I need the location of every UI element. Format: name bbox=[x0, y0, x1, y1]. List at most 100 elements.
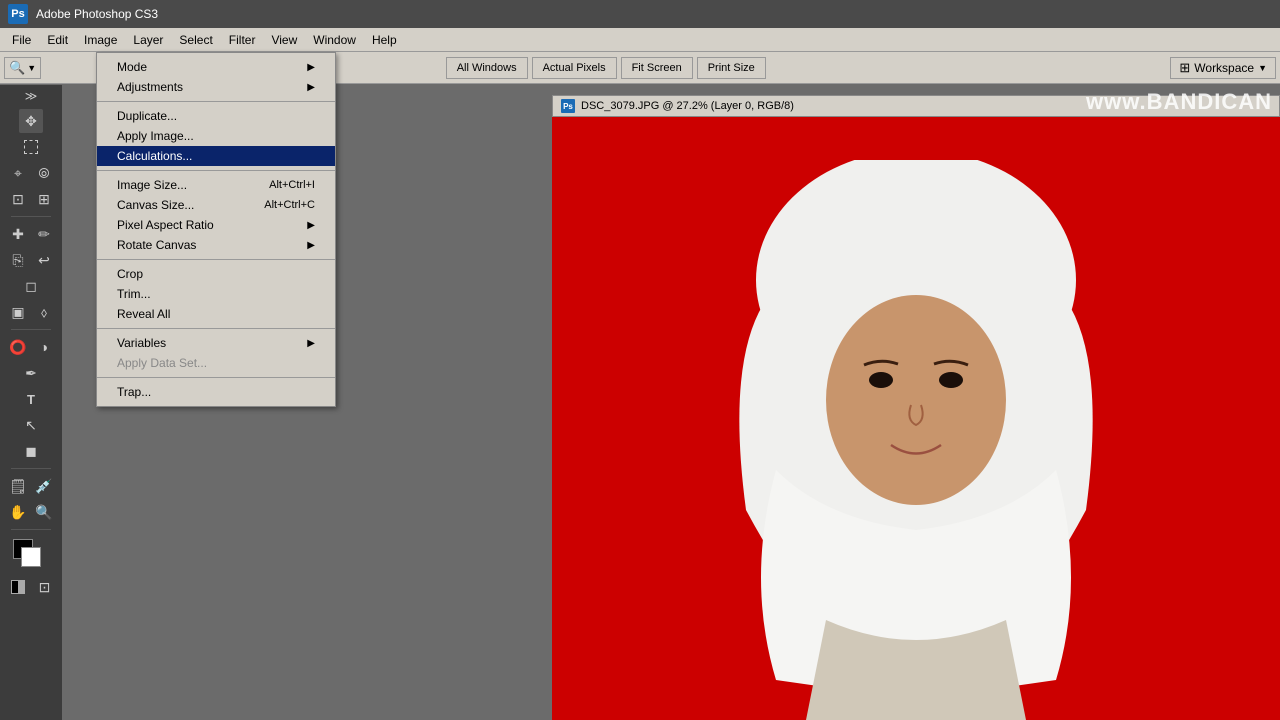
tool-divider-4 bbox=[11, 529, 51, 530]
menu-trim-label: Trim... bbox=[117, 287, 151, 301]
menu-apply-image-label: Apply Image... bbox=[117, 129, 194, 143]
zoom-tool[interactable]: 🔍 ▼ bbox=[4, 57, 41, 79]
clone-tool[interactable]: ⎘ bbox=[6, 248, 30, 272]
gradient-icon: ▣ bbox=[11, 304, 24, 321]
pen-tool[interactable]: ✒ bbox=[19, 361, 43, 385]
menu-file[interactable]: File bbox=[4, 31, 39, 49]
menu-variables[interactable]: Variables ▶ bbox=[97, 333, 335, 353]
menu-adjustments[interactable]: Adjustments ▶ bbox=[97, 77, 335, 97]
notes-icon: 🗒 bbox=[9, 478, 27, 495]
menu-crop-label: Crop bbox=[117, 267, 143, 281]
menu-edit[interactable]: Edit bbox=[39, 31, 76, 49]
burn-tool[interactable]: ◑ bbox=[32, 335, 56, 359]
menu-image-size[interactable]: Image Size... Alt+Ctrl+I bbox=[97, 175, 335, 195]
search-icon: 🔍 bbox=[9, 60, 25, 76]
quick-mask-icon bbox=[11, 580, 25, 594]
path-select-tool[interactable]: ↖ bbox=[19, 413, 43, 437]
menu-reveal-all-label: Reveal All bbox=[117, 307, 170, 321]
menu-duplicate[interactable]: Duplicate... bbox=[97, 106, 335, 126]
history-tool[interactable]: ↩ bbox=[32, 248, 56, 272]
menu-canvas-size[interactable]: Canvas Size... Alt+Ctrl+C bbox=[97, 195, 335, 215]
workspace-label: Workspace bbox=[1194, 61, 1254, 75]
healing-tool[interactable]: ✚ bbox=[6, 222, 30, 246]
menu-duplicate-label: Duplicate... bbox=[117, 109, 177, 123]
menu-filter[interactable]: Filter bbox=[221, 31, 264, 49]
zoom-icon-left: 🔍 bbox=[35, 504, 52, 521]
menu-reveal-all[interactable]: Reveal All bbox=[97, 304, 335, 324]
menu-help[interactable]: Help bbox=[364, 31, 405, 49]
menu-pixel-aspect-ratio[interactable]: Pixel Aspect Ratio ▶ bbox=[97, 215, 335, 235]
paint-bucket-tool[interactable]: ⬨ bbox=[32, 300, 56, 324]
clone-icon: ⎘ bbox=[12, 252, 23, 269]
menu-trap-label: Trap... bbox=[117, 385, 151, 399]
menu-select[interactable]: Select bbox=[171, 31, 220, 49]
fit-screen-button[interactable]: Fit Screen bbox=[621, 57, 693, 79]
menu-canvas-size-shortcut: Alt+Ctrl+C bbox=[264, 199, 315, 211]
eraser-tool[interactable]: ◻ bbox=[19, 274, 43, 298]
menu-view[interactable]: View bbox=[263, 31, 305, 49]
crop-tool[interactable]: ⊡ bbox=[6, 187, 30, 211]
quick-select-tool[interactable]: ⦾ bbox=[32, 161, 56, 185]
brush-icon: ✏ bbox=[38, 226, 50, 243]
shape-tool[interactable]: ◼ bbox=[19, 439, 43, 463]
hand-icon: ✋ bbox=[9, 504, 26, 521]
print-size-button[interactable]: Print Size bbox=[697, 57, 766, 79]
menu-mode[interactable]: Mode ▶ bbox=[97, 57, 335, 77]
dodge-icon: ⭕ bbox=[9, 339, 26, 356]
shape-icon: ◼ bbox=[25, 443, 37, 460]
notes-tool[interactable]: 🗒 bbox=[6, 474, 30, 498]
lasso-tool[interactable]: ⌖ bbox=[6, 161, 30, 185]
menu-image-size-label: Image Size... bbox=[117, 178, 187, 192]
menu-window[interactable]: Window bbox=[305, 31, 364, 49]
menu-trim[interactable]: Trim... bbox=[97, 284, 335, 304]
type-tool[interactable]: T bbox=[19, 387, 43, 411]
menu-trap[interactable]: Trap... bbox=[97, 382, 335, 402]
brush-tool[interactable]: ✏ bbox=[32, 222, 56, 246]
all-windows-button[interactable]: All Windows bbox=[446, 57, 528, 79]
menu-rotate-canvas-arrow: ▶ bbox=[307, 240, 315, 251]
eraser-icon: ◻ bbox=[25, 278, 37, 295]
separator-5 bbox=[97, 377, 335, 378]
expand-panels-button[interactable]: ≫ bbox=[6, 89, 56, 103]
move-icon: ✥ bbox=[25, 113, 37, 130]
marquee-tool[interactable] bbox=[19, 135, 43, 159]
actual-pixels-button[interactable]: Actual Pixels bbox=[532, 57, 617, 79]
menu-crop[interactable]: Crop bbox=[97, 264, 335, 284]
menu-image[interactable]: Image bbox=[76, 31, 125, 49]
type-icon: T bbox=[27, 392, 35, 407]
person-photo bbox=[626, 160, 1206, 720]
gradient-tool[interactable]: ▣ bbox=[6, 300, 30, 324]
hand-tool[interactable]: ✋ bbox=[6, 500, 30, 524]
workspace-button[interactable]: ⊞ Workspace ▼ bbox=[1170, 57, 1276, 79]
menu-pixel-aspect-ratio-label: Pixel Aspect Ratio bbox=[117, 218, 214, 232]
menu-calculations-label: Calculations... bbox=[117, 149, 192, 163]
move-tool[interactable]: ✥ bbox=[19, 109, 43, 133]
menu-apply-image[interactable]: Apply Image... bbox=[97, 126, 335, 146]
tool-divider-1 bbox=[11, 216, 51, 217]
menu-pixel-aspect-ratio-arrow: ▶ bbox=[307, 220, 315, 231]
screen-mode-icon: ⊡ bbox=[39, 579, 51, 596]
burn-icon: ◑ bbox=[40, 339, 48, 355]
paint-bucket-icon: ⬨ bbox=[41, 304, 47, 321]
menu-layer[interactable]: Layer bbox=[125, 31, 171, 49]
separator-2 bbox=[97, 170, 335, 171]
workspace-arrow-icon: ▼ bbox=[1258, 63, 1267, 73]
screen-mode-button[interactable]: ⊡ bbox=[33, 575, 57, 599]
background-color[interactable] bbox=[21, 547, 41, 567]
color-boxes bbox=[13, 539, 49, 569]
ps-logo: Ps bbox=[8, 4, 28, 24]
quick-select-icon: ⦾ bbox=[38, 165, 49, 182]
mode-buttons: ⊡ bbox=[6, 575, 57, 599]
zoom-tool-left[interactable]: 🔍 bbox=[32, 500, 56, 524]
menu-rotate-canvas[interactable]: Rotate Canvas ▶ bbox=[97, 235, 335, 255]
slice-tool[interactable]: ⊞ bbox=[32, 187, 56, 211]
doc-icon: Ps bbox=[561, 99, 575, 113]
quick-mask-button[interactable] bbox=[6, 575, 30, 599]
menu-calculations[interactable]: Calculations... bbox=[97, 146, 335, 166]
tool-divider-3 bbox=[11, 468, 51, 469]
document-canvas bbox=[552, 117, 1280, 720]
title-bar: Ps Adobe Photoshop CS3 bbox=[0, 0, 1280, 28]
dodge-tool[interactable]: ⭕ bbox=[6, 335, 30, 359]
pen-icon: ✒ bbox=[25, 365, 37, 382]
eyedropper-tool[interactable]: 💉 bbox=[32, 474, 56, 498]
